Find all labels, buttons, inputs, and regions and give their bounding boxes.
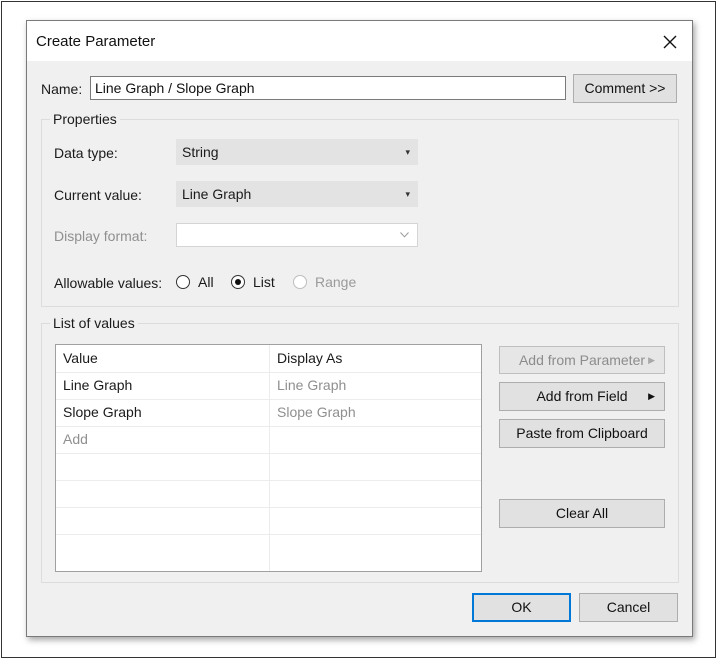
add-from-parameter-label: Add from Parameter — [518, 352, 646, 368]
radio-circle-icon — [293, 275, 307, 289]
clear-all-button[interactable]: Clear All — [499, 499, 665, 528]
name-field[interactable] — [90, 76, 566, 100]
close-icon — [663, 35, 677, 49]
add-from-parameter-button: Add from Parameter ▶ — [499, 346, 665, 374]
row-display-as[interactable]: Slope Graph — [269, 399, 481, 426]
comment-button[interactable]: Comment >> — [573, 74, 677, 103]
table-row[interactable]: Line Graph Line Graph — [56, 372, 481, 400]
add-row[interactable]: Add — [56, 426, 481, 454]
close-button[interactable] — [655, 27, 685, 55]
empty-row — [56, 453, 481, 481]
radio-range-label: Range — [315, 274, 357, 290]
add-from-field-label: Add from Field — [536, 388, 628, 404]
ok-button[interactable]: OK — [472, 593, 571, 622]
chevron-down-icon — [400, 224, 409, 246]
row-value[interactable]: Line Graph — [56, 372, 269, 399]
empty-row — [56, 534, 481, 571]
data-type-label: Data type: — [54, 145, 118, 161]
empty-cell — [56, 453, 269, 480]
empty-row — [56, 480, 481, 508]
display-format-label: Display format: — [54, 228, 148, 244]
radio-range: Range — [293, 274, 356, 290]
dropdown-arrow-icon: ▾ — [405, 189, 410, 199]
empty-cell — [56, 534, 269, 571]
data-type-dropdown[interactable]: String ▾ — [176, 139, 418, 165]
dialog-title: Create Parameter — [36, 33, 156, 50]
empty-cell — [269, 534, 481, 571]
paste-from-clipboard-button[interactable]: Paste from Clipboard — [499, 419, 665, 448]
table-header: Value Display As — [56, 345, 481, 373]
radio-all-label: All — [198, 274, 214, 290]
column-header-display-as: Display As — [269, 345, 481, 372]
radio-all[interactable]: All — [176, 274, 214, 290]
row-value[interactable]: Slope Graph — [56, 399, 269, 426]
submenu-arrow-icon: ▶ — [648, 355, 655, 365]
title-bar: Create Parameter — [27, 21, 692, 61]
values-table: Value Display As Line Graph Line Graph S… — [55, 344, 482, 572]
cancel-button[interactable]: Cancel — [579, 593, 678, 622]
column-header-value: Value — [63, 350, 98, 366]
row-display-as[interactable]: Line Graph — [269, 372, 481, 399]
name-label: Name: — [41, 81, 83, 97]
empty-cell — [56, 480, 269, 507]
empty-row — [56, 507, 481, 535]
empty-cell — [269, 426, 481, 453]
add-value-placeholder[interactable]: Add — [56, 426, 269, 453]
radio-list-label: List — [253, 274, 275, 290]
radio-circle-icon — [176, 275, 190, 289]
properties-title: Properties — [50, 111, 120, 127]
create-parameter-dialog: Create Parameter Name: Comment >> Proper… — [26, 20, 693, 637]
current-value-label: Current value: — [54, 187, 142, 203]
empty-cell — [269, 480, 481, 507]
data-type-value: String — [182, 144, 219, 160]
list-of-values-title: List of values — [50, 315, 138, 331]
dropdown-arrow-icon: ▾ — [405, 147, 410, 157]
empty-cell — [269, 453, 481, 480]
current-value-dropdown[interactable]: Line Graph ▾ — [176, 181, 418, 207]
add-from-field-button[interactable]: Add from Field ▶ — [499, 382, 665, 411]
empty-cell — [56, 507, 269, 534]
empty-cell — [269, 507, 481, 534]
radio-selected-icon — [231, 275, 245, 289]
table-row[interactable]: Slope Graph Slope Graph — [56, 399, 481, 427]
radio-list[interactable]: List — [231, 274, 275, 290]
display-format-dropdown — [176, 223, 418, 247]
current-value-value: Line Graph — [182, 186, 252, 202]
submenu-arrow-icon: ▶ — [648, 391, 655, 401]
allowable-values-label: Allowable values: — [54, 275, 163, 291]
